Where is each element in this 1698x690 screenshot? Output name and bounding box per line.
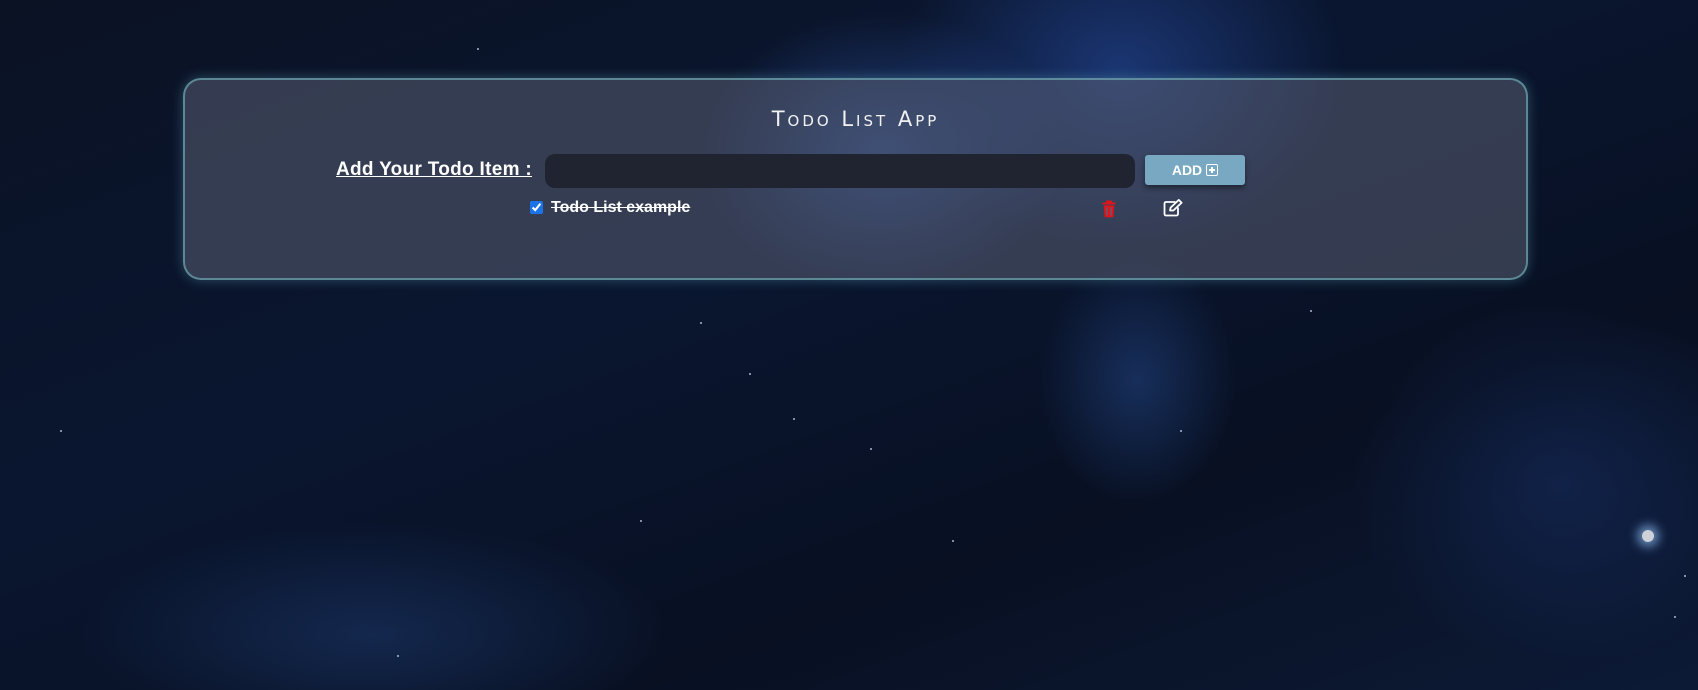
star	[1180, 430, 1182, 432]
star	[1684, 575, 1686, 577]
trash-icon[interactable]	[1102, 200, 1116, 218]
add-button-label: ADD	[1171, 162, 1203, 178]
star	[749, 373, 751, 375]
add-todo-label: Add Your Todo Item :	[336, 159, 532, 180]
edit-icon[interactable]	[1163, 199, 1183, 217]
star	[477, 48, 479, 50]
star	[793, 418, 795, 420]
add-button[interactable]: ADD	[1145, 155, 1245, 185]
bright-star	[1642, 530, 1654, 542]
star	[60, 430, 62, 432]
star	[870, 448, 872, 450]
star	[640, 520, 642, 522]
star	[1674, 616, 1676, 618]
app-title: Todo List App	[771, 107, 940, 131]
star	[952, 540, 954, 542]
star	[700, 322, 702, 324]
todo-input[interactable]	[545, 154, 1135, 188]
todo-item: Todo List example	[530, 199, 1190, 221]
star	[397, 655, 399, 657]
todo-checkbox[interactable]	[530, 201, 543, 214]
plus-square-icon	[1206, 164, 1219, 176]
star	[1310, 310, 1312, 312]
todo-text: Todo List example	[551, 199, 691, 216]
todo-card: Todo List App Add Your Todo Item : ADD T…	[183, 78, 1528, 280]
